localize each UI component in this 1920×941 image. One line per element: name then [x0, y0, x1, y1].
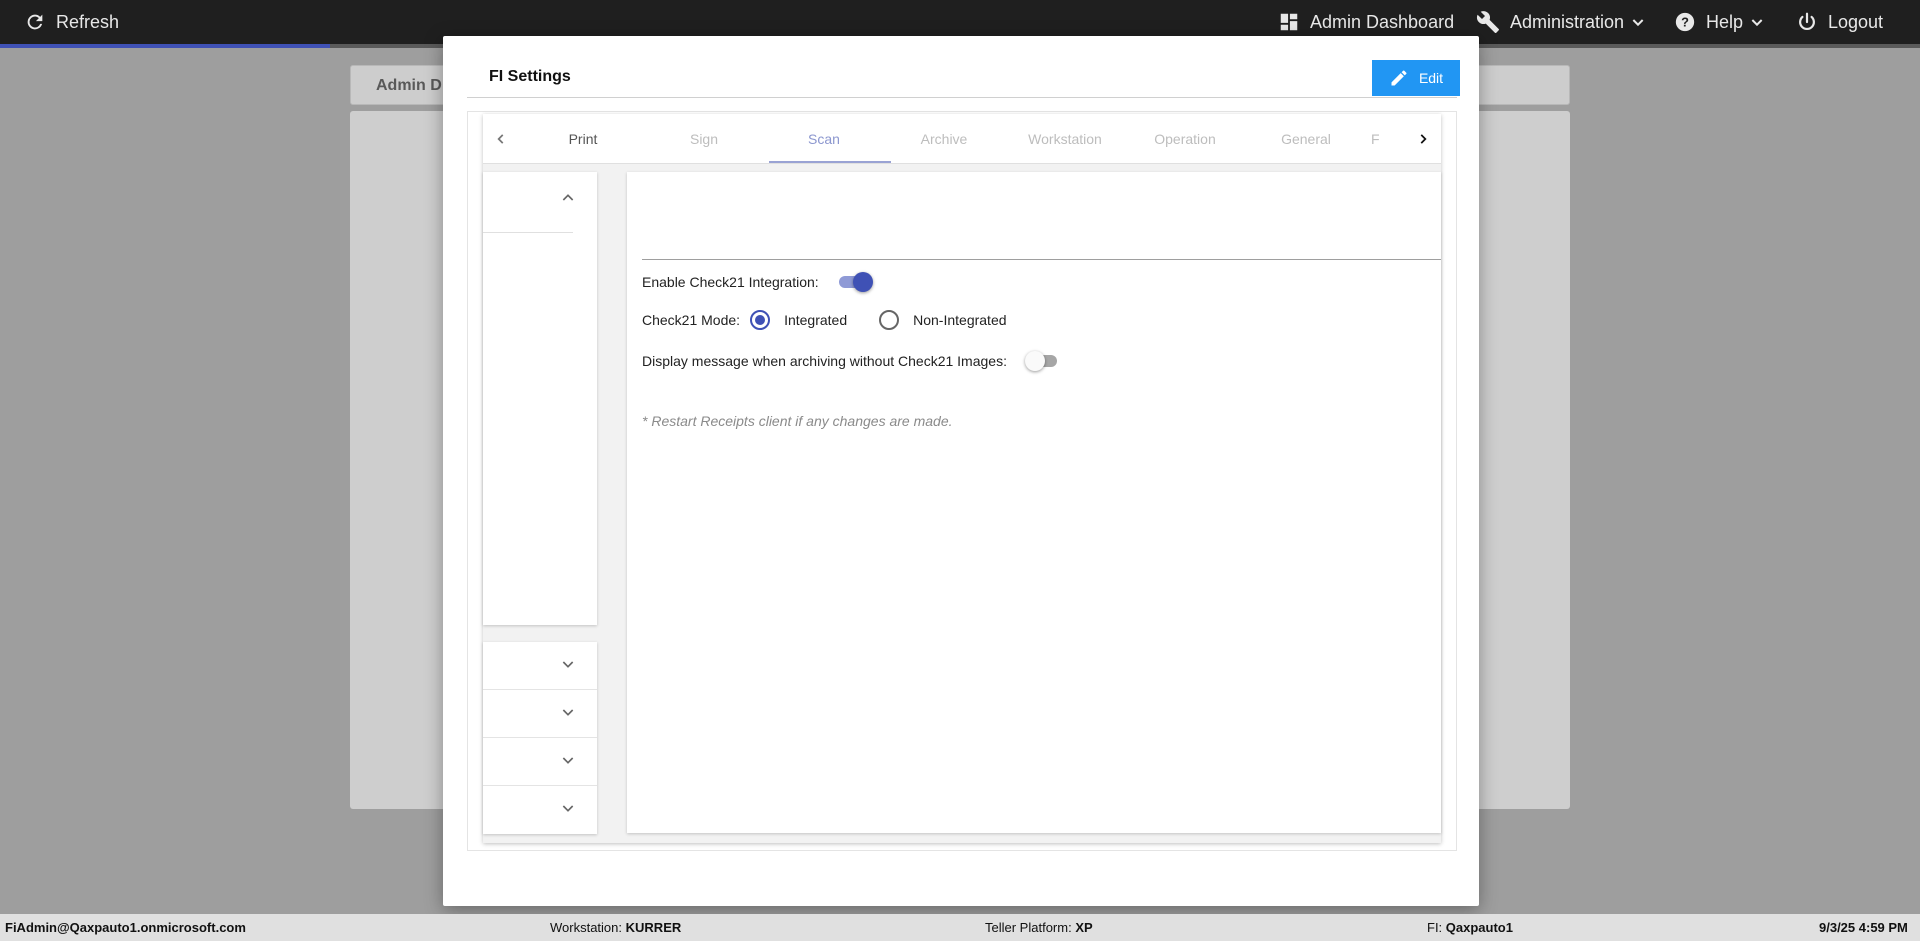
tabs-scroll-right[interactable]	[1411, 127, 1435, 151]
svg-text:?: ?	[1681, 15, 1689, 30]
tab-partial[interactable]: F	[1361, 114, 1395, 164]
display-message-row: Display message when archiving without C…	[642, 351, 1061, 371]
list-item[interactable]	[483, 786, 597, 834]
check21-mode-label: Check21 Mode:	[642, 312, 741, 328]
mode-integrated-radio[interactable]: Integrated	[750, 310, 847, 330]
footer-platform-label: Teller Platform:	[985, 920, 1072, 935]
footer-datetime: 9/3/25 4:59 PM	[1819, 920, 1908, 935]
power-icon	[1799, 12, 1815, 31]
refresh-button[interactable]: Refresh	[24, 0, 119, 44]
chevron-down-icon	[562, 805, 574, 812]
tabs-scroll-left[interactable]	[489, 127, 513, 151]
radio-circle	[750, 310, 771, 330]
dialog-title: FI Settings	[489, 68, 571, 85]
selected-tab-indicator	[769, 161, 891, 163]
refresh-label: Refresh	[56, 11, 120, 32]
help-label: Help	[1706, 11, 1744, 32]
settings-tabs: Print Sign Scan Archive Workstation Oper…	[483, 114, 1441, 164]
help-icon: ?	[1675, 12, 1695, 32]
chevron-down-icon	[1751, 19, 1763, 27]
content-divider	[642, 259, 1441, 260]
chevron-down-icon	[1632, 19, 1644, 27]
toggle-knob	[1024, 351, 1045, 371]
tab-archive[interactable]: Archive	[884, 114, 1004, 164]
list-item[interactable]	[483, 690, 597, 738]
dialog-header: FI Settings	[467, 56, 1457, 98]
help-menu[interactable]: ? Help	[1674, 0, 1765, 44]
wrench-icon	[1476, 11, 1499, 33]
mode-non-integrated-radio[interactable]: Non-Integrated	[879, 310, 1007, 330]
list-item[interactable]	[483, 738, 597, 786]
restart-note: * Restart Receipts client if any changes…	[642, 413, 953, 429]
left-expanded-panel	[483, 172, 597, 625]
enable-check21-toggle[interactable]	[837, 272, 873, 292]
chevron-left-icon	[497, 134, 504, 144]
left-collapsed-list	[483, 642, 597, 834]
status-bar: FiAdmin@Qaxpauto1.onmicrosoft.com Workst…	[0, 914, 1920, 941]
footer-workstation-value: KURRER	[625, 920, 682, 935]
scan-settings-content: Enable Check21 Integration: Check21 Mode…	[627, 172, 1441, 833]
tab-print[interactable]: Print	[523, 114, 643, 164]
admin-dashboard-label: Admin Dashboard	[1310, 11, 1455, 32]
administration-label: Administration	[1510, 11, 1625, 32]
panel-divider	[483, 232, 573, 233]
tabs-viewport: Print Sign Scan Archive Workstation Oper…	[523, 114, 1395, 164]
enable-check21-label: Enable Check21 Integration:	[642, 274, 819, 290]
chevron-down-icon	[562, 661, 574, 668]
dashboard-icon	[1280, 13, 1298, 31]
toggle-knob	[852, 272, 873, 292]
tab-sign[interactable]: Sign	[644, 114, 764, 164]
radio-circle	[879, 310, 900, 330]
tab-operation[interactable]: Operation	[1125, 114, 1245, 164]
chevron-down-icon	[562, 709, 574, 716]
footer-fi-label: FI:	[1427, 920, 1443, 935]
footer-fi-value: Qaxpauto1	[1445, 920, 1513, 935]
list-item[interactable]	[483, 642, 597, 690]
administration-menu[interactable]: Administration	[1476, 0, 1646, 44]
tab-workstation[interactable]: Workstation	[1005, 114, 1125, 164]
mode-non-integrated-label: Non-Integrated	[913, 312, 1007, 328]
display-message-label: Display message when archiving without C…	[642, 353, 1007, 369]
logout-label: Logout	[1828, 11, 1884, 32]
settings-card: Print Sign Scan Archive Workstation Oper…	[483, 114, 1441, 843]
footer-platform-value: XP	[1075, 920, 1093, 935]
edit-label: Edit	[1418, 70, 1444, 86]
enable-check21-row: Enable Check21 Integration:	[642, 272, 873, 292]
tab-general[interactable]: General	[1246, 114, 1366, 164]
background-tab-label: Admin D	[376, 77, 442, 94]
chevron-down-icon	[562, 757, 574, 764]
pencil-icon	[1391, 70, 1407, 86]
mode-integrated-label: Integrated	[784, 312, 848, 328]
tab-scan[interactable]: Scan	[764, 114, 884, 164]
check21-mode-row: Check21 Mode: Integrated Non-Integrated	[642, 310, 1029, 330]
edit-button[interactable]: Edit	[1372, 60, 1460, 96]
fi-settings-dialog: FI Settings Edit Print Sign Scan Archive…	[443, 36, 1479, 906]
footer-user: FiAdmin@Qaxpauto1.onmicrosoft.com	[5, 920, 246, 935]
chevron-right-icon	[1420, 134, 1427, 144]
refresh-icon	[27, 14, 43, 30]
display-message-toggle[interactable]	[1024, 351, 1061, 371]
logout-button[interactable]: Logout	[1796, 0, 1883, 44]
chevron-up-icon[interactable]	[560, 190, 576, 206]
footer-workstation-label: Workstation:	[550, 920, 623, 935]
